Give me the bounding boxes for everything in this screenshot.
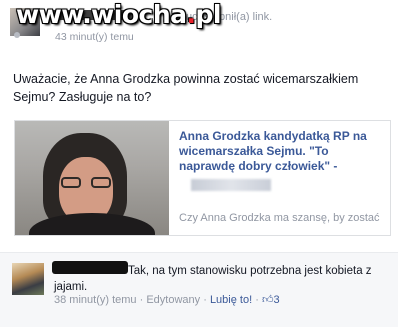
link-preview-image[interactable] [15, 121, 169, 235]
link-preview-description: Czy Anna Grodzka ma szansę, by zostać [179, 212, 380, 224]
like-count[interactable]: 3 [273, 294, 279, 306]
comment-meta: 38 minut(y) temu · Edytowany · Lubię to!… [54, 293, 280, 306]
comment-timestamp[interactable]: 38 minut(y) temu [54, 294, 137, 306]
like-button[interactable]: Lubię to! [210, 294, 252, 306]
meta-separator: · [203, 294, 207, 306]
commenter-name-redacted [52, 261, 128, 274]
comment-section: Tak, na tym stanowisku potrzebna jest ko… [0, 252, 398, 327]
link-preview-title[interactable]: Anna Grodzka kandydatką RP na wicemarsza… [179, 129, 383, 174]
watermark-tld: pl [195, 0, 222, 29]
edited-label[interactable]: Edytowany [146, 294, 200, 306]
thumbs-up-icon[interactable]: 👍︎ [262, 294, 274, 306]
watermark-dot: . [186, 0, 197, 29]
site-watermark: www.wiocha.pl [16, 0, 221, 29]
portrait-glasses [61, 177, 111, 189]
meta-separator: · [139, 294, 144, 306]
post-message: Uważacie, że Anna Grodzka powinna zostać… [13, 72, 359, 104]
commenter-avatar[interactable] [12, 263, 44, 295]
link-source-redacted [191, 179, 271, 191]
post-timestamp[interactable]: 43 minut(y) temu [55, 31, 134, 43]
link-preview-card[interactable]: Anna Grodzka kandydatką RP na wicemarsza… [14, 120, 391, 236]
privacy-icon[interactable] [14, 32, 20, 38]
meta-separator: · [255, 294, 259, 306]
watermark-main: www.wiocha [16, 0, 187, 29]
